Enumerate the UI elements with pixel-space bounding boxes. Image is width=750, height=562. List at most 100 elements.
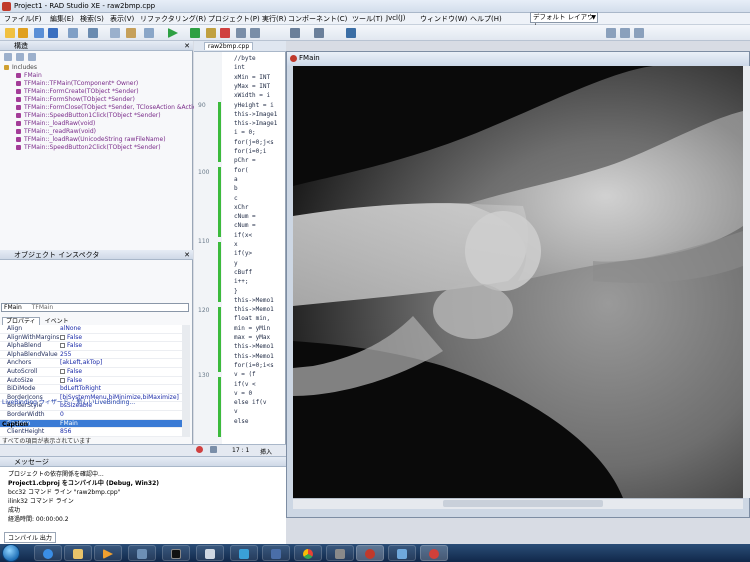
expand-icon[interactable] xyxy=(4,53,12,61)
message-line[interactable]: bcc32 コマンド ライン "raw2bmp.cpp" xyxy=(8,487,120,496)
code-line[interactable]: if(y> xyxy=(234,250,252,257)
close-icon[interactable]: ✕ xyxy=(184,250,190,260)
code-line[interactable]: v = 0 xyxy=(234,390,252,397)
open-icon[interactable] xyxy=(18,28,28,38)
code-line[interactable]: float min, xyxy=(234,315,270,322)
property-row[interactable]: AlignWithMargins False xyxy=(0,334,182,343)
tab-events[interactable]: イベント xyxy=(42,318,72,325)
code-line[interactable]: int xyxy=(234,64,245,71)
taskbar-app[interactable] xyxy=(128,545,156,561)
property-row[interactable]: AlphaBlendValue 255 xyxy=(0,351,182,360)
collapse-icon[interactable] xyxy=(16,53,24,61)
scroll-thumb[interactable] xyxy=(443,500,603,507)
new-icon[interactable] xyxy=(5,28,15,38)
code-line[interactable]: pChr = xyxy=(234,157,256,164)
code-line[interactable]: //byte xyxy=(234,55,256,62)
code-line[interactable]: this->Image1 xyxy=(234,120,277,127)
property-row[interactable]: Anchors [akLeft,akTop] xyxy=(0,359,182,368)
code-line[interactable]: xChr xyxy=(234,204,248,211)
menu-run[interactable]: 実行(R) xyxy=(262,14,286,24)
code-line[interactable]: this->Memo1 xyxy=(234,343,274,350)
taskbar-app[interactable] xyxy=(64,545,92,561)
code-line[interactable]: min = yMin xyxy=(234,325,270,332)
code-line[interactable]: v xyxy=(234,408,238,415)
tree-root[interactable]: Includes xyxy=(4,64,37,72)
tree-item[interactable]: TFMain::SpeedButton2Click(TObject *Sende… xyxy=(16,144,161,152)
property-row[interactable]: Align alNone xyxy=(0,325,182,334)
layout-combo[interactable]: デフォルト レイアウト ▼ xyxy=(530,12,598,30)
code-line[interactable]: for(j=0;j<s xyxy=(234,139,274,146)
open-project-icon[interactable] xyxy=(68,28,78,38)
message-line[interactable]: ilink32 コマンド ライン xyxy=(8,496,74,505)
code-line[interactable]: y xyxy=(234,260,238,267)
tree-item[interactable]: TFMain::FormShow(TObject *Sender) xyxy=(16,96,135,104)
property-row[interactable]: BorderWidth 0 xyxy=(0,411,182,420)
taskbar-app[interactable] xyxy=(388,545,416,561)
checkbox[interactable] xyxy=(60,377,65,383)
run-without-debug-icon[interactable] xyxy=(190,28,200,38)
tab-compile-output[interactable]: コンパイル 出力 xyxy=(4,532,56,543)
checkbox[interactable] xyxy=(60,369,65,374)
step-over-icon[interactable] xyxy=(236,28,246,38)
code-line[interactable]: if(v < xyxy=(234,381,256,388)
menu-edit[interactable]: 編集(E) xyxy=(50,14,74,24)
menu-help[interactable]: ヘルプ(H) xyxy=(470,14,502,24)
menu-refactor[interactable]: リファクタリング(R) xyxy=(140,14,206,24)
code-line[interactable]: b xyxy=(234,185,238,192)
menu-component[interactable]: コンポーネント(C) xyxy=(288,14,347,24)
layout-debug-icon[interactable] xyxy=(620,28,630,38)
record-icon[interactable] xyxy=(210,446,217,453)
folder-icon[interactable] xyxy=(126,28,136,38)
options-icon[interactable] xyxy=(144,28,154,38)
menu-search[interactable]: 検索(S) xyxy=(80,14,104,24)
taskbar-app-active[interactable] xyxy=(356,545,384,561)
sort-icon[interactable] xyxy=(28,53,36,61)
trace-into-icon[interactable] xyxy=(250,28,260,38)
tree-item[interactable]: TFMain::_readRaw(void) xyxy=(16,128,96,136)
start-button[interactable] xyxy=(2,544,20,562)
close-icon[interactable]: ✕ xyxy=(184,41,190,51)
menu-window[interactable]: ウィンドウ(W) xyxy=(420,14,467,24)
code-line[interactable]: this->Memo1 xyxy=(234,306,274,313)
property-row[interactable]: AutoScroll False xyxy=(0,368,182,377)
back-icon[interactable] xyxy=(290,28,300,38)
tree-item[interactable]: TFMain::FormCreate(TObject *Sender) xyxy=(16,88,139,96)
run-icon[interactable] xyxy=(168,28,178,38)
code-line[interactable]: v = (f xyxy=(234,371,256,378)
code-line[interactable]: for( xyxy=(234,167,248,174)
code-line[interactable]: this->Memo1 xyxy=(234,353,274,360)
taskbar-app[interactable] xyxy=(262,545,290,561)
add-file-icon[interactable] xyxy=(88,28,98,38)
code-line[interactable]: cNum = xyxy=(234,222,256,229)
code-line[interactable]: for(i=0;i xyxy=(234,148,267,155)
stop-icon[interactable] xyxy=(220,28,230,38)
code-line[interactable]: if(x< xyxy=(234,232,252,239)
taskbar-app[interactable] xyxy=(196,545,224,561)
code-line[interactable]: } xyxy=(234,288,238,295)
taskbar-app[interactable] xyxy=(94,545,122,561)
checkbox[interactable] xyxy=(60,343,65,349)
code-editor[interactable]: raw2bmp.cpp 90 100 110 120 130 //byte int… xyxy=(194,41,286,444)
taskbar-app-active[interactable] xyxy=(420,545,448,561)
taskbar-app[interactable] xyxy=(230,545,258,561)
code-line[interactable]: yHeight = i xyxy=(234,102,274,109)
help-icon[interactable] xyxy=(346,28,356,38)
property-row[interactable]: AutoSize False xyxy=(0,377,182,386)
layout-save-icon[interactable] xyxy=(606,28,616,38)
property-row[interactable]: BiDiMode bdLeftToRight xyxy=(0,385,182,394)
horizontal-scrollbar[interactable] xyxy=(293,498,743,509)
code-line[interactable]: xWidth = i xyxy=(234,92,270,99)
save-icon[interactable] xyxy=(34,28,44,38)
code-line[interactable]: this->Image1 xyxy=(234,111,277,118)
tree-item[interactable]: TFMain::TFMain(TComponent* Owner) xyxy=(16,80,138,88)
editor-tab-file[interactable]: raw2bmp.cpp xyxy=(204,42,254,50)
taskbar-app[interactable] xyxy=(326,545,354,561)
property-grid-scrollbar[interactable] xyxy=(182,325,190,437)
pause-icon[interactable] xyxy=(206,28,216,38)
code-line[interactable]: cBuff xyxy=(234,269,252,276)
code-line[interactable]: xMin = INT xyxy=(234,74,270,81)
taskbar-app[interactable] xyxy=(294,545,322,561)
inspector-object-selector[interactable]: FMain TFMain xyxy=(1,303,189,312)
code-line[interactable]: c xyxy=(234,195,238,202)
code-line[interactable]: else if(v xyxy=(234,399,267,406)
